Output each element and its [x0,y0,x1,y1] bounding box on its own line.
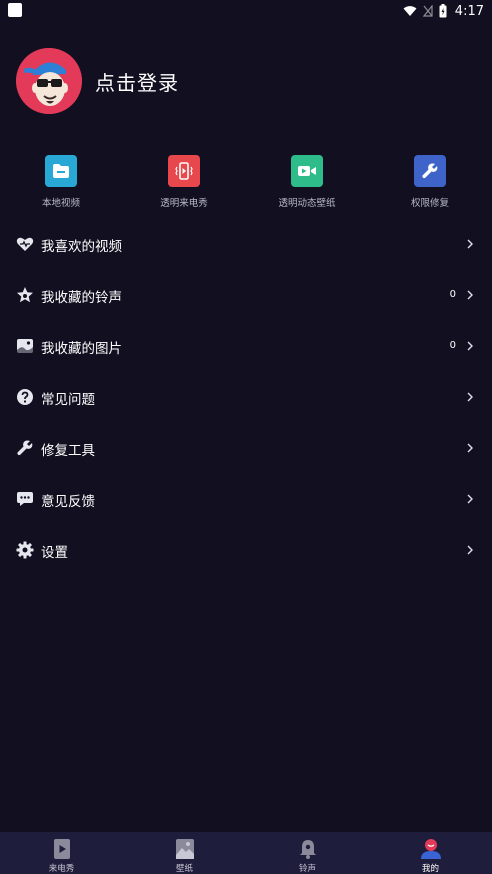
menu-item-repair-tool[interactable]: 修复工具 [0,423,492,474]
tab-label: 来电秀 [48,864,75,874]
tab-label: 壁纸 [175,864,193,874]
avatar[interactable] [16,48,82,114]
play-icon [51,838,73,860]
folder-icon [45,155,77,187]
tab-call-show[interactable]: 来电秀 [0,832,123,874]
star-icon [16,286,34,304]
menu-label: 我收藏的铃声 [41,290,122,306]
menu-label: 我收藏的图片 [41,341,122,357]
menu-item-saved-images[interactable]: 我收藏的图片 0 [0,321,492,372]
bell-icon [297,838,319,860]
menu-label: 我喜欢的视频 [41,239,122,255]
menu-item-feedback[interactable]: 意见反馈 [0,474,492,525]
status-icons: 4:17 [403,2,484,20]
chevron-right-icon [467,545,473,555]
bottom-tab-bar: 来电秀 壁纸 铃声 我的 [0,832,492,874]
menu-label: 设置 [41,545,68,561]
menu-label: 常见问题 [41,392,95,408]
wallpaper-icon [174,838,196,860]
quick-label: 透明来电秀 [160,198,208,209]
question-icon [16,388,34,406]
chevron-right-icon [467,392,473,402]
status-time: 4:17 [454,3,484,19]
heart-icon [16,235,34,253]
chevron-right-icon [467,239,473,249]
quick-transparent-call-show[interactable]: 透明来电秀 [129,155,239,209]
wrench-icon [414,155,446,187]
profile-header[interactable]: 点击登录 [16,48,179,114]
quick-label: 透明动态壁纸 [278,198,336,209]
tab-wallpaper[interactable]: 壁纸 [123,832,246,874]
quick-label: 本地视频 [41,198,80,209]
quick-permission-fix[interactable]: 权限修复 [375,155,485,209]
cartoon-avatar-icon [16,48,82,114]
video-camera-icon [291,155,323,187]
tab-label: 我的 [421,864,439,874]
profile-icon [420,838,442,860]
phone-vibrate-icon [168,155,200,187]
status-bar: 4:17 [0,0,492,22]
notification-icon [8,3,22,17]
chevron-right-icon [467,341,473,351]
menu-label: 意见反馈 [41,494,95,510]
tab-ringtone[interactable]: 铃声 [246,832,369,874]
chevron-right-icon [467,443,473,453]
login-link[interactable]: 点击登录 [95,67,179,96]
tab-label: 铃声 [298,864,316,874]
menu-item-liked-videos[interactable]: 我喜欢的视频 [0,219,492,270]
quick-actions: 本地视频 透明来电秀 透明动态壁纸 权限修复 [0,155,492,211]
menu-item-settings[interactable]: 设置 [0,525,492,576]
menu-item-saved-ringtones[interactable]: 我收藏的铃声 0 [0,270,492,321]
quick-local-video[interactable]: 本地视频 [6,155,116,209]
wifi-icon [403,6,417,16]
menu-count: 0 [449,289,456,300]
chat-icon [16,490,34,508]
gear-icon [16,541,34,559]
tab-mine[interactable]: 我的 [369,832,492,874]
menu-label: 修复工具 [41,443,95,459]
menu-list: 我喜欢的视频 我收藏的铃声 0 我收藏的图片 0 常见问题 修复工具 意见反馈 … [0,219,492,576]
chevron-right-icon [467,290,473,300]
chevron-right-icon [467,494,473,504]
battery-charging-icon [439,4,447,18]
image-icon [16,337,34,355]
wrench-icon [16,439,34,457]
quick-transparent-live-wallpaper[interactable]: 透明动态壁纸 [252,155,362,209]
menu-item-faq[interactable]: 常见问题 [0,372,492,423]
quick-label: 权限修复 [410,198,449,209]
no-signal-icon [422,5,433,17]
menu-count: 0 [449,340,456,351]
